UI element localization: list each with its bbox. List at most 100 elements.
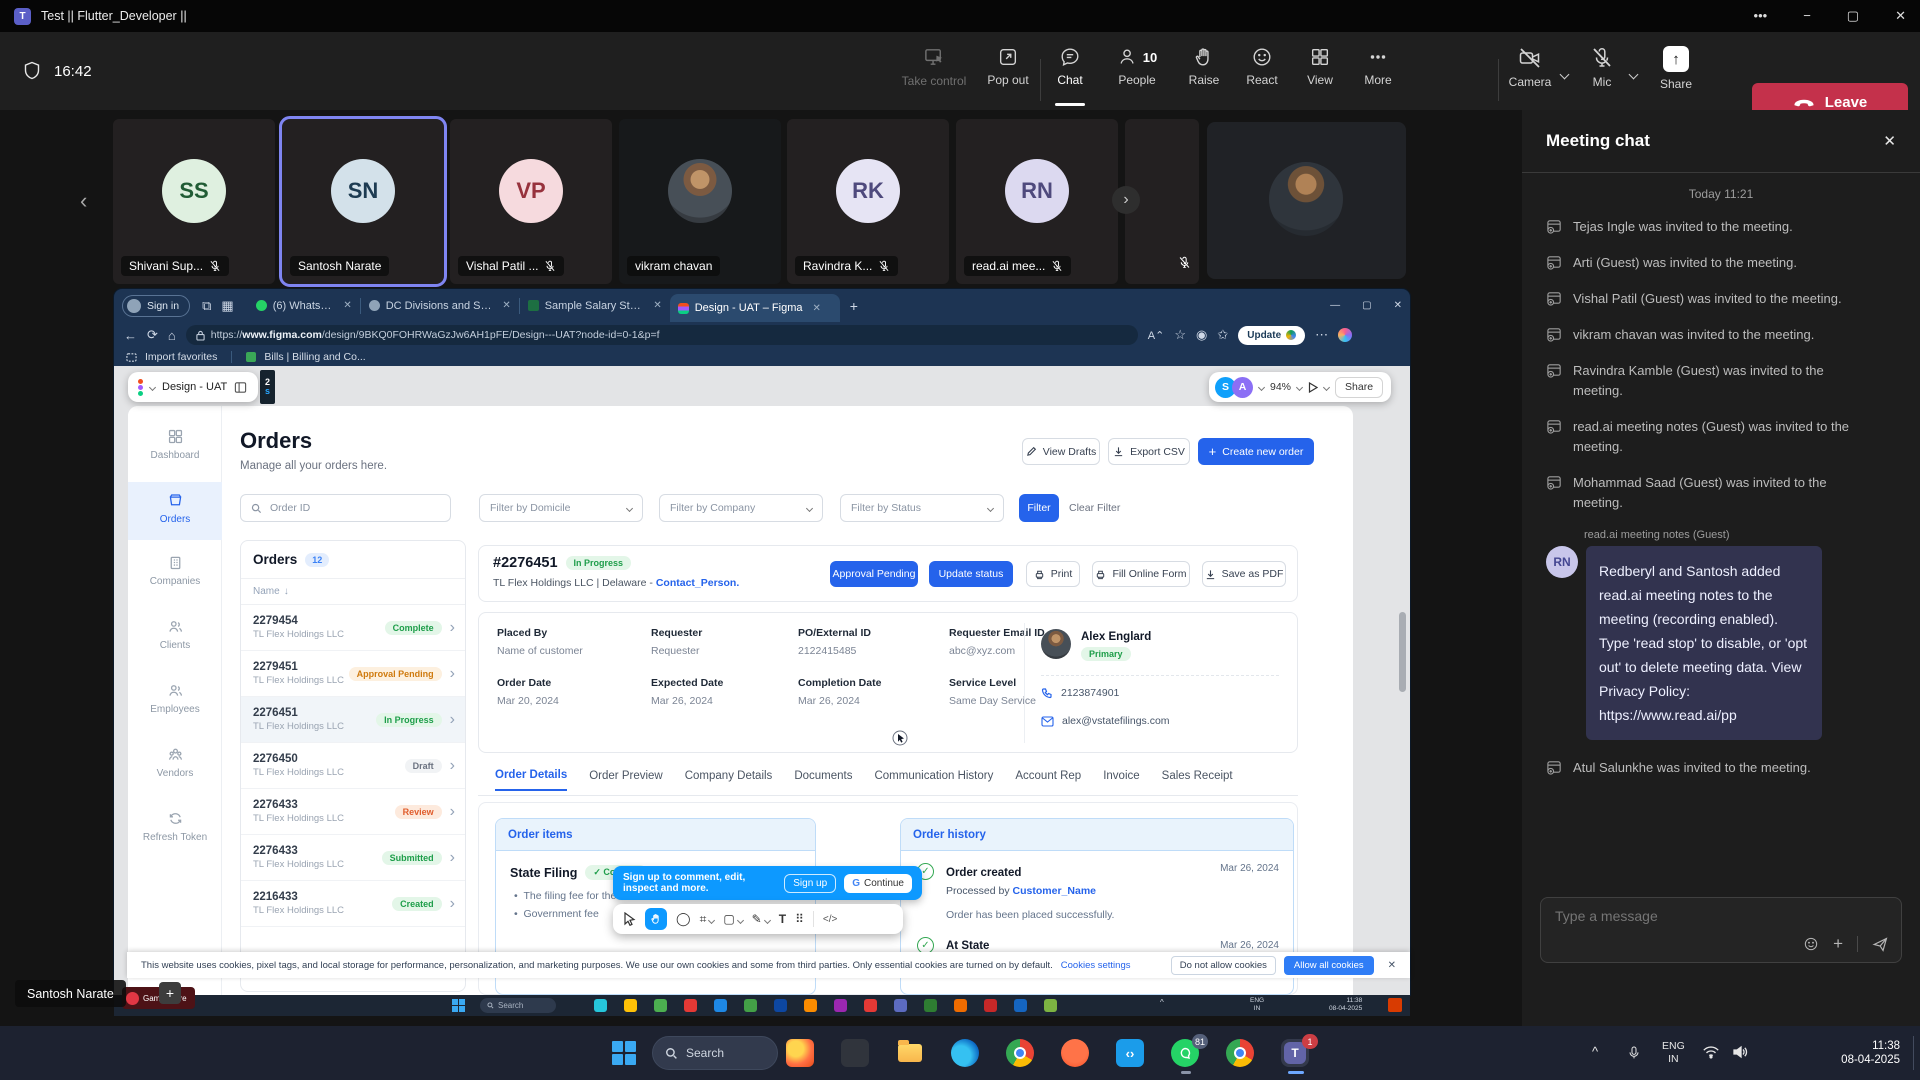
move-tool-icon[interactable] [623, 912, 636, 926]
taskbar-search-box[interactable]: Search [652, 1036, 778, 1070]
text-tool-icon[interactable]: T [779, 912, 786, 926]
copilot-icon[interactable] [1338, 328, 1352, 342]
back-icon[interactable]: ← [124, 328, 137, 343]
export-csv-button[interactable]: Export CSV [1108, 438, 1190, 465]
layout-icon[interactable] [234, 381, 247, 394]
order-row-selected[interactable]: 2276451TL Flex Holdings LLC In Progress … [241, 697, 465, 743]
tab-actions-icon[interactable]: ▦ [221, 298, 233, 314]
wifi-icon[interactable] [1702, 1045, 1720, 1059]
clear-filter-button[interactable]: Clear Filter [1069, 502, 1120, 514]
canvas-scrollbar[interactable] [1399, 612, 1406, 692]
hand-tool-icon-active[interactable] [645, 908, 667, 930]
google-continue-button[interactable]: GContinue [844, 874, 912, 893]
chrome-icon[interactable] [1006, 1039, 1034, 1067]
extensions-icon[interactable]: ◉ [1196, 327, 1207, 343]
workspaces-icon[interactable]: ⧉ [202, 298, 211, 314]
tray-expand-icon[interactable]: ^ [1592, 1044, 1598, 1059]
bookmark-bills[interactable]: Bills | Billing and Co... [264, 351, 365, 363]
cookie-close-icon[interactable]: ✕ [1388, 960, 1396, 971]
collaborator-avatar[interactable]: A [1232, 377, 1253, 398]
tab-close-icon[interactable]: ✕ [653, 300, 661, 311]
firefox-icon[interactable] [786, 1039, 814, 1067]
sidebar-item-clients[interactable]: Clients [128, 618, 222, 651]
sidebar-item-refresh-token[interactable]: Refresh Token [128, 810, 222, 843]
browser-tab-whatsapp[interactable]: (6) WhatsApp ✕ [248, 294, 360, 318]
browser-tab-dc-divisions[interactable]: DC Divisions and Surroundings ✕ [361, 294, 519, 318]
read-aloud-icon[interactable]: A⌃ [1148, 329, 1165, 342]
close-icon[interactable]: ✕ [1895, 8, 1906, 24]
app-icon-dark[interactable] [841, 1039, 869, 1067]
deny-cookies-button[interactable]: Do not allow cookies [1171, 956, 1276, 975]
browser-tab-salary-sheet[interactable]: Sample Salary Structure with calc ✕ [520, 294, 670, 318]
sidebar-item-companies[interactable]: Companies [128, 554, 222, 587]
browser-more-icon[interactable]: ⋯ [1315, 327, 1328, 343]
browser-close-icon[interactable]: ✕ [1394, 300, 1402, 311]
figma-share-button[interactable]: Share [1335, 377, 1383, 398]
sidebar-item-employees[interactable]: Employees [128, 682, 222, 715]
participant-tile[interactable]: SS Shivani Sup... [113, 119, 275, 284]
view-button[interactable]: View [1291, 32, 1349, 110]
zoom-level[interactable]: 94% [1270, 381, 1291, 393]
components-tool-icon[interactable]: ⠿ [795, 912, 804, 926]
favorite-star-icon[interactable]: ☆ [1174, 327, 1186, 343]
print-button[interactable]: Print [1026, 561, 1080, 587]
bookmark-import-favorites[interactable]: Import favorites [145, 351, 217, 363]
customer-name-link[interactable]: Customer_Name [1013, 885, 1096, 897]
filter-status-select[interactable]: Filter by Status [840, 494, 1004, 522]
contact-person-link[interactable]: Contact_Person. [656, 577, 739, 589]
play-chevron-icon[interactable] [1323, 383, 1330, 390]
figma-menu-chevron-icon[interactable] [149, 383, 156, 390]
collections-icon[interactable]: ✩ [1217, 327, 1228, 343]
contact-email[interactable]: alex@vstatefilings.com [1062, 715, 1170, 727]
figma-file-name[interactable]: Design - UAT [162, 381, 227, 393]
orders-list-sort-header[interactable]: Name↓ [241, 579, 465, 605]
dev-mode-tool-icon[interactable]: </> [823, 914, 837, 925]
order-row[interactable]: 2279454TL Flex Holdings LLC Complete › [241, 605, 465, 651]
browser-minimize-icon[interactable]: — [1330, 300, 1340, 311]
send-icon[interactable] [1872, 936, 1889, 953]
pop-out-button[interactable]: Pop out [976, 32, 1040, 110]
vscode-icon[interactable]: ‹› [1116, 1039, 1144, 1067]
attach-plus-icon[interactable]: + [1833, 934, 1843, 954]
more-button[interactable]: More [1349, 32, 1407, 110]
brave-icon[interactable] [1061, 1039, 1089, 1067]
chat-close-icon[interactable]: ✕ [1883, 132, 1896, 150]
participant-tile-photo[interactable] [1207, 122, 1406, 279]
tab-company-details[interactable]: Company Details [685, 770, 773, 790]
edge-icon[interactable] [951, 1039, 979, 1067]
minimize-icon[interactable]: − [1803, 8, 1811, 24]
filter-domicile-select[interactable]: Filter by Domicile [479, 494, 643, 522]
tray-mic-icon[interactable] [1626, 1043, 1642, 1063]
filter-button[interactable]: Filter [1019, 494, 1059, 522]
start-button[interactable] [612, 1041, 636, 1065]
react-button[interactable]: React [1233, 32, 1291, 110]
tab-close-icon[interactable]: ✕ [813, 303, 821, 314]
taskbar-clock[interactable]: 11:3808-04-2025 [1790, 1039, 1900, 1067]
refresh-icon[interactable]: ⟳ [147, 327, 158, 343]
approval-pending-button[interactable]: Approval Pending [830, 561, 918, 587]
participant-tile-speaking[interactable]: SN Santosh Narate [282, 119, 444, 284]
maximize-icon[interactable]: ▢ [1847, 8, 1859, 24]
browser-maximize-icon[interactable]: ▢ [1362, 300, 1371, 311]
new-tab-icon[interactable]: + [850, 298, 858, 314]
sidebar-item-vendors[interactable]: Vendors [128, 746, 222, 779]
home-icon[interactable]: ⌂ [168, 328, 176, 343]
frame-tool-icon[interactable]: ⌗ [700, 912, 715, 927]
order-row[interactable]: 2276450TL Flex Holdings LLC Draft › [241, 743, 465, 789]
volume-icon[interactable] [1732, 1044, 1748, 1060]
presenter-pin-button[interactable]: + [159, 982, 181, 1004]
filter-company-select[interactable]: Filter by Company [659, 494, 823, 522]
participant-tile[interactable]: RN read.ai mee... [956, 119, 1118, 284]
camera-button[interactable]: Camera [1499, 32, 1561, 110]
tab-communication-history[interactable]: Communication History [874, 770, 993, 790]
chat-button[interactable]: Chat [1041, 32, 1099, 110]
tab-documents[interactable]: Documents [794, 770, 852, 790]
url-field[interactable]: https://www.figma.com/design/9BKQ0FOHRWa… [186, 325, 1138, 345]
save-as-pdf-button[interactable]: Save as PDF [1202, 561, 1286, 587]
zoom-chevron-icon[interactable] [1296, 383, 1303, 390]
tab-close-icon[interactable]: ✕ [343, 300, 351, 311]
participant-tile[interactable]: vikram chavan [619, 119, 781, 284]
share-button[interactable]: ↑ Share [1645, 32, 1707, 110]
pen-tool-icon[interactable]: ✎ [752, 912, 770, 926]
order-row[interactable]: 2216433TL Flex Holdings LLC Created › [241, 881, 465, 927]
